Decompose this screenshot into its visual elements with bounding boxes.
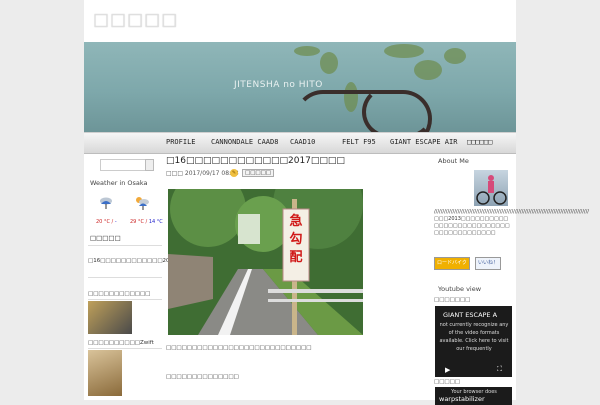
post-title[interactable]: □16□□□□□□□□□□□□2017□□□□ (166, 156, 345, 166)
sidebar-link-post-2[interactable]: □□□□□□□□□□□□ (88, 290, 162, 298)
main-nav: PROFILE CANNONDALE CAAD8 CAAD10 FELT F95… (84, 132, 516, 154)
play-icon[interactable]: ▶ (445, 366, 450, 374)
about-heading: About Me (438, 157, 469, 165)
weather-temp-1: 20 °C / - (96, 219, 117, 225)
profile-avatar[interactable] (474, 170, 508, 206)
nav-item-caad10[interactable]: CAAD10 (290, 138, 315, 146)
video2-heading: □□□□□ (434, 379, 460, 385)
nav-item-caad8[interactable]: CANNONDALE CAAD8 (211, 138, 278, 146)
post-thumbnail[interactable] (88, 301, 132, 334)
youtube-heading: Youtube view (438, 285, 482, 293)
post-thumbnail[interactable] (88, 350, 122, 396)
post-category[interactable]: □□□□□ (242, 169, 274, 177)
sidebar-heading-recent: □□□□□ (90, 234, 121, 242)
weather-title: Weather in Osaka (90, 179, 148, 187)
site-title[interactable]: □□□□□ (93, 10, 178, 30)
video-error-message: not currently recognize any of the video… (439, 322, 509, 352)
weather-temp-2: 29 °C / 14 °C (130, 219, 163, 225)
video-player-2[interactable]: Your browser does warpstabilizer (435, 387, 512, 405)
sidebar-link-recent-post[interactable]: □16□□□□□□□□□□□□2017□□□□ (88, 257, 197, 265)
header-banner: JITENSHA no HITO (84, 42, 516, 132)
video-title: warpstabilizer (439, 395, 485, 403)
post-date: □□□ 2017/09/17 08:23 (166, 170, 239, 177)
post-photo: 急勾配 (168, 189, 363, 335)
road-scene-image (168, 189, 363, 335)
about-text: ////////////////////////////////////////… (434, 209, 589, 236)
banner-caption: JITENSHA no HITO (234, 80, 323, 90)
post-body-line-1: □□□□□□□□□□□□□□□□□□□□□□□□□□□□ (166, 345, 312, 351)
nav-item-felt-f95[interactable]: FELT F95 (342, 138, 376, 146)
video-player-1[interactable]: GIANT ESCAPE A not currently recognize a… (435, 306, 512, 377)
nav-item-profile[interactable]: PROFILE (166, 138, 196, 146)
fullscreen-icon[interactable]: ⛶ (497, 365, 502, 374)
roadbike-ranking-badge[interactable]: ロードバイク (434, 257, 470, 270)
settings-icon: ✎ (230, 169, 238, 177)
like-button[interactable]: いいね！ (475, 257, 502, 270)
nav-item-escape-air[interactable]: GIANT ESCAPE AIR (390, 138, 457, 146)
sign-text: 急勾配 (289, 214, 303, 265)
divider (88, 299, 162, 300)
sun-cloud-umbrella-icon (136, 197, 149, 210)
nav-item-extra[interactable]: □□□□□□ (467, 138, 492, 146)
video1-heading: □□□□□□□ (434, 297, 471, 303)
sidebar-link-zwift[interactable]: □□□□□□□□□□Zwift (88, 339, 162, 347)
search-button[interactable] (145, 159, 154, 171)
rain-umbrella-icon (100, 197, 112, 209)
divider (88, 245, 162, 246)
divider (88, 348, 162, 349)
divider (88, 277, 162, 278)
post-body-line-2: □□□□□□□□□□□□□□ (166, 374, 239, 380)
video-title: GIANT ESCAPE A (443, 311, 498, 319)
